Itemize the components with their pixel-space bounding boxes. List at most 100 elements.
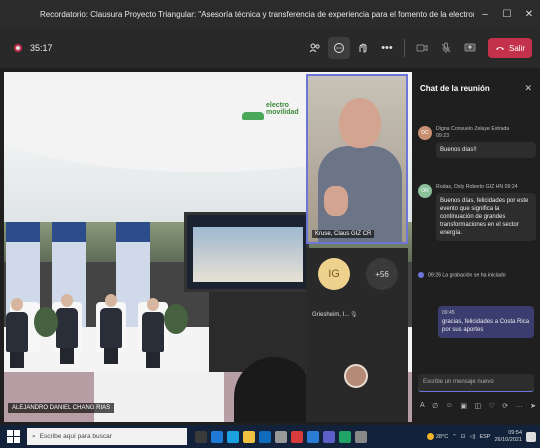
clock-time: 09:54 [508,429,522,436]
reactions-icon[interactable] [352,37,374,59]
send-icon[interactable]: ➤ [530,402,536,410]
sun-icon [426,433,434,440]
logo-text-line-1: electro [266,102,289,109]
message-meta: Digna Consuelo Zelaye Estrada 09:23 [436,126,536,140]
more-participants-button[interactable]: +56 [366,258,398,290]
own-message-time: 09:45 [442,310,455,316]
system-tray: 28°C ⌃ ⊡ ◁) ESP 09:54 26/10/2021 [426,430,540,444]
projection-screen [184,212,309,292]
more-compose-icon[interactable]: … [516,402,523,410]
leave-button[interactable]: Salir [487,38,532,58]
weather-widget[interactable]: 28°C [426,433,449,440]
chat-message-input[interactable]: Escribe un mensaje nuevo [418,374,534,392]
message-time: 09:24 [504,184,518,190]
participants-icon[interactable] [304,37,326,59]
taskbar-clock[interactable]: 09:54 26/10/2021 [494,430,522,444]
sticker-icon[interactable]: ◫ [474,402,481,410]
chat-header: Chat de la reunión ✕ [412,72,540,104]
own-chat-message: 09:45 gracias, felicidades a Costa Rica … [438,306,534,338]
participants-column: IG +56 Griesheim, I... 🎙 [306,248,408,422]
message-author: Digna Consuelo Zelaye Estrada [436,126,510,132]
praise-icon[interactable]: ♡ [489,402,495,410]
settings-icon[interactable] [275,430,287,443]
app-icon[interactable] [291,430,303,443]
main-speaker-name-label: ALEJANDRO DANIEL CHANG RIAS [8,403,115,413]
taskbar-search-box[interactable]: ⌕ Escribe aquí para buscar [27,428,187,445]
speaker-video-tile[interactable]: Kruse, Claus GIZ CR [306,74,408,244]
sender-avatar: OR [418,184,432,198]
minimize-button[interactable]: – [474,9,496,20]
mic-icon: 🎙 [350,312,358,318]
maximize-button[interactable]: ☐ [496,9,518,20]
emoji-icon[interactable]: ☺ [446,402,453,410]
sender-avatar: DC [418,126,432,140]
recording-icon [14,44,22,52]
recording-notice-icon [418,272,424,278]
message-author: Rodas, Osly Roberto GIZ HN [436,184,504,190]
notification-icon[interactable] [526,431,536,442]
mic-off-icon[interactable] [435,37,457,59]
file-explorer-icon[interactable] [243,430,255,443]
close-chat-icon[interactable]: ✕ [524,83,532,94]
message-text: Buenos días, felicidades por este evento… [436,193,536,241]
message-time: 09:23 [436,133,449,139]
own-message-text: gracias, felicidades a Costa Rica por su… [442,319,530,333]
logo-text-line-2: movilidad [266,109,299,116]
close-window-button[interactable]: ✕ [518,9,540,20]
outlook-icon[interactable] [259,430,271,443]
chat-title: Chat de la reunión [420,83,490,93]
chat-icon[interactable] [327,37,350,59]
language-indicator[interactable]: ESP [479,434,490,440]
seated-person [56,294,78,364]
speaker-hand [324,186,348,216]
system-message-text: 09:26 La grabación se ha iniciado [428,272,506,279]
loop-icon[interactable]: ⟳ [502,402,508,410]
potted-plant [164,304,188,334]
chat-message: OR Rodas, Osly Roberto GIZ HN 09:24 Buen… [418,184,536,241]
format-icon[interactable]: A [420,402,425,410]
windows-start-icon[interactable] [5,429,21,445]
meeting-timer: 35:17 [30,43,53,53]
share-screen-icon[interactable] [459,37,481,59]
search-placeholder: Escribe aquí para buscar [39,433,112,440]
meeting-toolbar: 35:17 ••• Salir [0,28,540,68]
attach-icon[interactable]: ∅ [432,402,438,410]
phone-hangup-icon [495,47,504,50]
search-icon: ⌕ [32,432,36,440]
message-meta: Rodas, Osly Roberto GIZ HN 09:24 [436,184,536,191]
recording-started-notice: 09:26 La grabación se ha iniciado [418,272,536,279]
electromovilidad-logo-icon [242,112,264,120]
window-titlebar: Recordatorio: Clausura Proyecto Triangul… [0,0,540,28]
window-title: Recordatorio: Clausura Proyecto Triangul… [40,9,474,19]
chat-compose-toolbar: A ∅ ☺ ▣ ◫ ♡ ⟳ … ➤ [420,402,536,410]
task-view-icon[interactable] [195,430,207,443]
teams-icon[interactable] [323,430,335,443]
store-icon[interactable] [227,430,239,443]
chat-panel: Chat de la reunión ✕ DC Digna Consuelo Z… [412,72,540,422]
event-logo: electro movilidad [266,102,299,116]
toolbar-divider [403,39,405,57]
tray-chevron-icon[interactable]: ⌃ [452,434,457,440]
edge-icon[interactable] [211,430,223,443]
table [94,372,224,422]
volume-icon[interactable]: ◁) [469,434,475,440]
gif-icon[interactable]: ▣ [460,402,467,410]
seated-person [6,298,28,368]
potted-plant [34,307,58,337]
participant-name: Griesheim, I... [312,312,350,318]
chat-message: DC Digna Consuelo Zelaye Estrada 09:23 B… [418,126,536,158]
word-icon[interactable] [307,430,319,443]
participant-photo-avatar[interactable] [344,364,368,388]
seated-person [142,298,164,368]
excel-icon[interactable] [339,430,351,443]
participant-avatar[interactable]: IG [318,258,350,290]
camera-off-icon[interactable] [411,37,433,59]
network-icon[interactable]: ⊡ [461,434,466,440]
app-icon[interactable] [355,430,367,443]
more-options-icon[interactable]: ••• [376,37,398,59]
speaker-name-label: Kruse, Claus GIZ CR [312,230,375,238]
message-text: Buenos días!! [436,142,536,158]
taskbar-apps [193,430,369,443]
temperature: 28°C [435,433,449,440]
leave-button-label: Salir [508,43,525,53]
